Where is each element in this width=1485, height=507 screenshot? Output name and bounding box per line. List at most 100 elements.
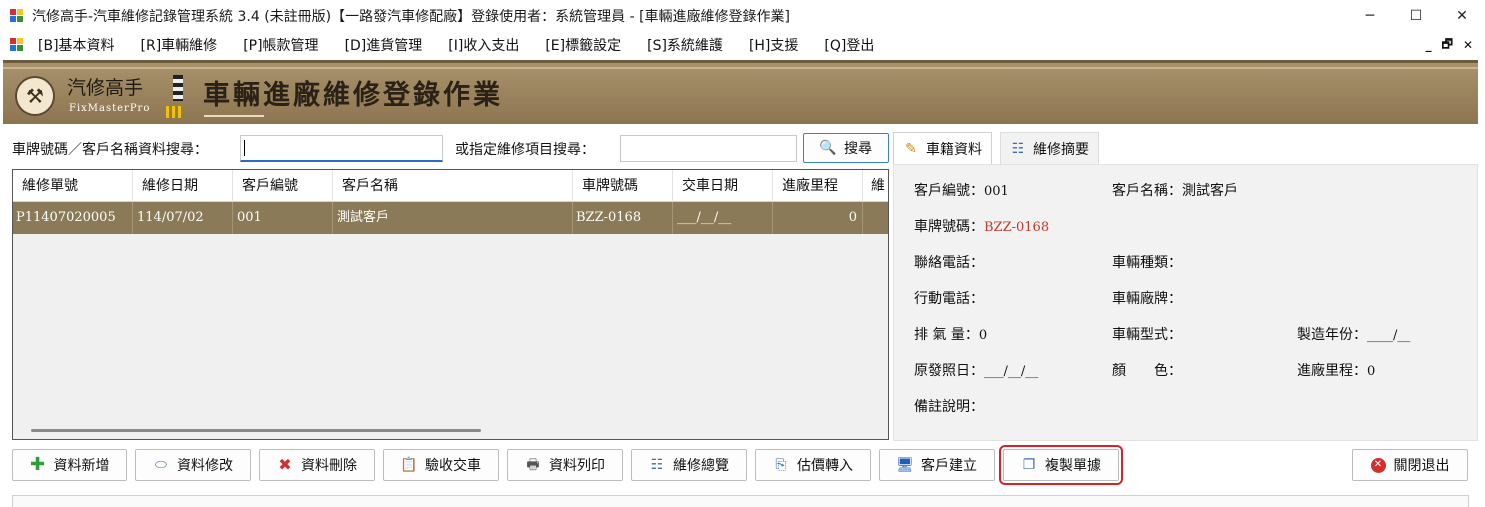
quote-import-button[interactable]: ⎘ 估價轉入 (755, 449, 871, 481)
tab-vehicle-info[interactable]: ✎ 車籍資料 (893, 132, 992, 165)
delete-record-button[interactable]: ✖ 資料刪除 (259, 449, 375, 481)
cell-repair-no: P11407020005 (13, 202, 133, 234)
close-button[interactable]: ✕ (1439, 0, 1485, 32)
col-customer-name[interactable]: 客戶名稱 (333, 170, 573, 202)
col-mileage[interactable]: 進廠里程 (773, 170, 863, 202)
brand-label: 車輛廠牌： (1112, 291, 1182, 307)
repair-overview-button[interactable]: ☷ 維修總覽 (631, 449, 747, 481)
edit-record-label: 資料修改 (177, 458, 233, 474)
cell-delivery-date: ___/__/__ (673, 202, 773, 234)
plate-value: BZZ-0168 (984, 220, 1050, 235)
customer-no-field: 客戶編號：001 (914, 180, 1009, 200)
customer-no-label: 客戶編號： (914, 183, 984, 199)
color-label: 顏 色： (1112, 363, 1182, 379)
col-delivery-date[interactable]: 交車日期 (673, 170, 773, 202)
accept-delivery-button[interactable]: 📋 驗收交車 (383, 449, 499, 481)
license-date-field: 原發照日：___/__/__ (914, 360, 1038, 380)
printer-icon: 🖶 (526, 457, 540, 473)
delete-record-label: 資料刪除 (301, 458, 357, 474)
mobile-field: 行動電話： (914, 288, 984, 308)
cell-repair-date: 114/07/02 (133, 202, 233, 234)
col-repair-no[interactable]: 維修單號 (13, 170, 133, 202)
note-label: 備註說明： (914, 399, 984, 415)
menu-vehicle-repair[interactable]: [R]車輛維修 (141, 35, 218, 55)
menu-income-expense[interactable]: [I]收入支出 (448, 35, 519, 55)
plate-search-label: 車牌號碼／客戶名稱資料搜尋： (12, 142, 208, 158)
menu-logout[interactable]: [Q]登出 (824, 35, 874, 55)
maximize-button[interactable]: ☐ (1393, 0, 1439, 32)
col-repair-date[interactable]: 維修日期 (133, 170, 233, 202)
print-record-button[interactable]: 🖶 資料列印 (507, 449, 623, 481)
customer-name-field: 客戶名稱：測試客戶 (1112, 180, 1238, 200)
customer-name-label: 客戶名稱： (1112, 183, 1182, 199)
clipboard-icon: 📋 (400, 457, 418, 473)
edit-record-button[interactable]: ⬭ 資料修改 (135, 449, 251, 481)
copy-icon: ❐ (1022, 457, 1036, 473)
magnifier-icon: 🔍 (819, 140, 837, 156)
model-field: 車輛型式： (1112, 324, 1182, 344)
phone-label: 聯絡電話： (914, 255, 984, 271)
close-circle-icon: ✕ (1370, 457, 1386, 473)
repair-grid[interactable]: 維修單號 維修日期 客戶編號 客戶名稱 車牌號碼 交車日期 進廠里程 維 P11… (12, 169, 889, 440)
mdi-restore-button[interactable]: 🗗 (1442, 35, 1453, 56)
plus-icon: ✚ (29, 454, 46, 475)
displacement-value: 0 (978, 328, 988, 343)
vehicle-info-panel: 客戶編號：001 客戶名稱：測試客戶 車牌號碼：BZZ-0168 聯絡電話： 車… (893, 164, 1478, 441)
plate-search-input[interactable] (240, 135, 443, 162)
tab-repair-summary[interactable]: ☷ 維修摘要 (1000, 132, 1099, 164)
menu-accounts[interactable]: [P]帳款管理 (243, 35, 318, 55)
menu-purchasing[interactable]: [D]進貨管理 (345, 35, 423, 55)
license-date-label: 原發照日： (914, 363, 984, 379)
status-strip (12, 495, 1469, 507)
minimize-button[interactable]: ─ (1347, 0, 1393, 32)
window-title: 汽修高手-汽車維修記錄管理系統 3.4 (未註冊版)【一路發汽車修配廠】登錄使用… (32, 9, 791, 25)
year-label: 製造年份： (1297, 327, 1367, 343)
cell-customer-name: 測試客戶 (333, 202, 573, 234)
customer-no-value: 001 (984, 184, 1009, 199)
mdi-minimize-button[interactable]: _ (1426, 38, 1432, 52)
cell-customer-no: 001 (233, 202, 333, 234)
year-value: ____/__ (1367, 328, 1411, 343)
quote-import-label: 估價轉入 (797, 458, 853, 474)
copy-document-button[interactable]: ❐ 複製單據 (999, 445, 1123, 485)
search-button[interactable]: 🔍 搜尋 (803, 133, 889, 163)
menu-basic-data[interactable]: [B]基本資料 (38, 35, 115, 55)
copy-document-label: 複製單據 (1045, 458, 1101, 474)
col-plate[interactable]: 車牌號碼 (573, 170, 673, 202)
import-icon: ⎘ (775, 457, 787, 473)
menu-support[interactable]: [H]支援 (749, 35, 798, 55)
mdi-child-icon[interactable] (10, 38, 24, 52)
table-row[interactable]: P11407020005 114/07/02 001 測試客戶 BZZ-0168… (13, 202, 888, 234)
item-search-label: 或指定維修項目搜尋： (455, 142, 595, 158)
license-date-value: ___/__/__ (984, 364, 1039, 379)
create-customer-button[interactable]: 🖥 客戶建立 (879, 449, 995, 481)
note-field: 備註說明： (914, 396, 984, 416)
vehicle-type-label: 車輛種類： (1112, 255, 1182, 271)
list-icon: ☷ (650, 457, 664, 473)
pencil-icon: ✎ (905, 141, 917, 157)
title-bar: 汽修高手-汽車維修記錄管理系統 3.4 (未註冊版)【一路發汽車修配廠】登錄使用… (0, 0, 1485, 32)
monitor-icon: 🖥 (896, 457, 914, 473)
menu-system-maintenance[interactable]: [S]系統維護 (647, 35, 723, 55)
menu-label-settings[interactable]: [E]標籤設定 (545, 35, 621, 55)
eraser-icon: ⬭ (155, 457, 167, 473)
list-icon: ☷ (1011, 140, 1025, 157)
item-search-input[interactable] (620, 135, 797, 162)
color-field: 顏 色： (1112, 360, 1182, 380)
year-field: 製造年份：____/__ (1297, 324, 1410, 344)
horizontal-scrollbar[interactable] (31, 429, 481, 432)
mileage-label: 進廠里程： (1297, 363, 1367, 379)
close-exit-button[interactable]: ✕ 關閉退出 (1352, 449, 1468, 481)
cell-more (863, 202, 888, 234)
menu-bar: [B]基本資料 [R]車輛維修 [P]帳款管理 [D]進貨管理 [I]收入支出 … (0, 32, 1485, 58)
mdi-close-button[interactable]: ✕ (1463, 38, 1473, 52)
banner-divider (204, 115, 264, 117)
logo-subtext: FixMasterPro (69, 103, 151, 114)
cell-plate: BZZ-0168 (573, 202, 673, 234)
col-customer-no[interactable]: 客戶編號 (233, 170, 333, 202)
col-more[interactable]: 維 (863, 170, 888, 202)
checkered-flag-icon (173, 75, 183, 101)
x-delete-icon: ✖ (278, 455, 292, 474)
window-controls: ─ ☐ ✕ (1347, 0, 1485, 32)
add-record-button[interactable]: ✚ 資料新增 (12, 449, 127, 481)
